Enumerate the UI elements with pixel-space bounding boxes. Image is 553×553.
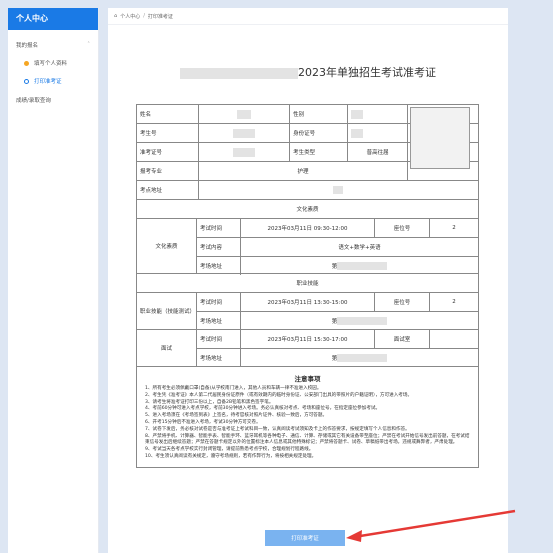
gender-label: 性别	[290, 105, 348, 123]
gender-value	[348, 105, 409, 123]
main-content: ⌂ 个人中心 / 打印准考证 2023年单独招生考试准考证 姓名 性别 考生号 …	[108, 8, 508, 553]
type-label: 考生类型	[290, 143, 348, 161]
exam-no-label: 考生号	[137, 124, 199, 142]
breadcrumb-home[interactable]: 个人中心	[120, 13, 140, 20]
section-name-interview: 面试	[137, 330, 197, 366]
notes-section: 注意事项 1、所有考生必须佩戴口罩(自备)从学校南门进入，其他人员和车辆一律不准…	[137, 373, 478, 467]
time-label: 考试时间	[197, 330, 241, 348]
section-heading-culture: 文化素质	[296, 207, 319, 213]
notes-item: 1、所有考生必须佩戴口罩(自备)从学校南门进入，其他人员和车辆一律不准进入校园。	[145, 386, 322, 391]
id-label: 身份证号	[290, 124, 348, 142]
type-value: 普高往届	[348, 143, 409, 161]
addr-label: 考场地址	[197, 349, 241, 367]
breadcrumb: ⌂ 个人中心 / 打印准考证	[108, 8, 508, 25]
print-ticket-button[interactable]: 打印准考证	[265, 530, 345, 546]
exam-no-value	[199, 124, 291, 142]
notes-item: 5、进入考场须在《考场签到表》上签名，待考官核对照片证件、核验一致后，方可答题。	[145, 413, 328, 419]
addr-label: 考场地址	[197, 312, 241, 330]
time-value: 2023年03月11日 09:30-12:00	[241, 219, 375, 237]
sidebar-item-label: 打印准考证	[34, 79, 62, 85]
notes-item: 7、试卷下发后，务必核对试卷是否与准考证上考试科目一致，认真阅读考试须知及卡上的…	[145, 426, 410, 432]
notes-item: 2、考生凭《准考证》本人第二代居民身份证原件（或有效期内的临时身份证、公安部门出…	[145, 392, 413, 398]
addr-value: 第	[241, 257, 478, 275]
notes-item: 9、考试当天各考点学校实行封闭管理，请提前熟悉考点学校，合理规划行程路线。	[145, 447, 314, 453]
home-icon: ⌂	[114, 13, 118, 19]
status-dot-icon	[24, 78, 29, 84]
status-dot-icon	[24, 60, 29, 66]
sidebar-group-label: 我的报名	[16, 43, 39, 49]
ticket-no-value	[199, 143, 291, 161]
time-value: 2023年03月11日 15:30-17:00	[241, 330, 375, 348]
notes-item: 10、考生须认真阅读有关规定，遵守考场规则，若有作弊行为，将按相关规定处理。	[145, 453, 317, 459]
sidebar-item-fill-profile[interactable]: 填写个人资料	[8, 56, 98, 70]
room-value	[430, 330, 478, 348]
major-label: 报考专业	[137, 162, 199, 180]
sidebar-group-my-registration[interactable]: 我的报名 ˆ	[8, 38, 98, 52]
address-label: 考点地址	[137, 181, 199, 199]
sidebar-item-label: 填写个人资料	[34, 61, 68, 67]
chevron-up-icon: ˆ	[87, 42, 90, 48]
seat-label: 座位号	[375, 293, 430, 311]
content-label: 考试内容	[197, 238, 241, 256]
notes-item: 6、开考15分钟后不准进入考场，考试30分钟方可交卷。	[145, 419, 261, 425]
page-title: 2023年单独招生考试准考证	[108, 64, 508, 80]
photo-placeholder	[410, 107, 470, 169]
time-label: 考试时间	[197, 219, 241, 237]
addr-label: 考场地址	[197, 257, 241, 275]
breadcrumb-separator: /	[143, 13, 145, 19]
school-name-redacted	[180, 67, 298, 79]
seat-label: 座位号	[375, 219, 430, 237]
sidebar: 个人中心 我的报名 ˆ 填写个人资料 打印准考证 成绩/录取查询	[8, 8, 99, 553]
addr-value: 第	[241, 312, 478, 330]
notes-list: 1、所有考生必须佩戴口罩(自备)从学校南门进入，其他人员和车辆一律不准进入校园。…	[137, 386, 478, 467]
addr-value: 第	[241, 349, 478, 367]
notes-title: 注意事项	[294, 375, 321, 383]
page-title-text: 2023年单独招生考试准考证	[298, 66, 436, 79]
red-arrow-icon	[346, 509, 516, 542]
name-label: 姓名	[137, 105, 199, 123]
time-label: 考试时间	[197, 293, 241, 311]
notes-item: 8、严禁将手机、计算器、智能手表、智能手环、蓝牙耳机等各种电子、通信、计算、存储…	[145, 433, 470, 446]
section-heading-skills: 职业技能	[296, 281, 319, 287]
seat-value: 2	[452, 299, 456, 305]
time-value: 2023年03月11日 13:30-15:00	[241, 293, 375, 311]
seat-value: 2	[452, 225, 456, 231]
room-label: 面试室	[375, 330, 430, 348]
section-name-culture: 文化素质	[137, 219, 197, 273]
section-name-skills: 职业技能（技能测试）	[137, 293, 197, 329]
address-value	[199, 181, 478, 199]
sidebar-item-print-ticket[interactable]: 打印准考证	[8, 74, 98, 88]
name-value	[199, 105, 291, 123]
major-value: 护理	[199, 162, 409, 180]
admission-ticket: 姓名 性别 考生号 身份证号 准考证号 考生类型 普高往届 报考专业 护理 考点…	[136, 104, 479, 468]
sidebar-title: 个人中心	[8, 8, 98, 30]
id-value	[348, 124, 409, 142]
ticket-no-label: 准考证号	[137, 143, 199, 161]
content-value: 语文+数学+英语	[338, 245, 381, 251]
breadcrumb-current: 打印准考证	[147, 13, 173, 20]
sidebar-item-score-query[interactable]: 成绩/录取查询	[8, 94, 98, 108]
